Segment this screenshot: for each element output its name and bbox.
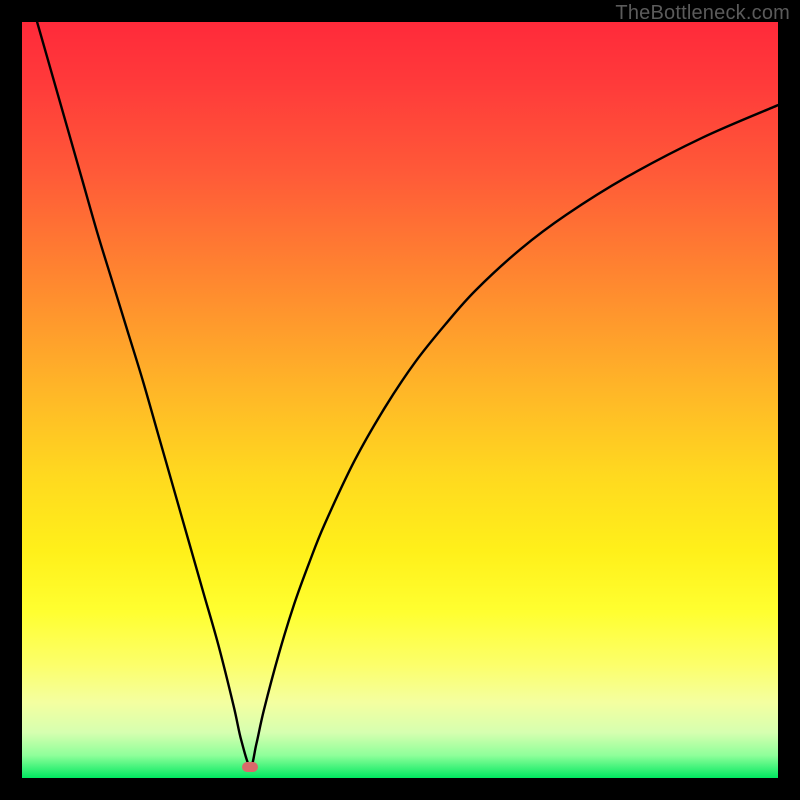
plot-area [22,22,778,778]
chart-frame: TheBottleneck.com [0,0,800,800]
watermark-text: TheBottleneck.com [615,2,790,25]
minimum-marker [242,762,258,772]
bottleneck-curve [22,22,778,778]
